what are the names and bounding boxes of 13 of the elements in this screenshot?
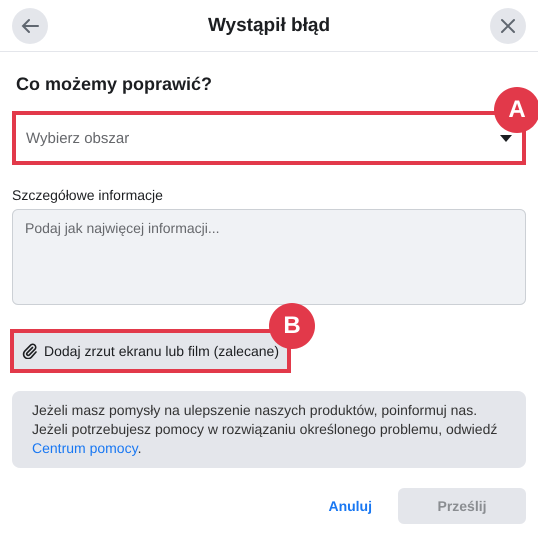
paperclip-icon	[22, 343, 38, 359]
cancel-button[interactable]: Anuluj	[328, 490, 372, 522]
section-heading: Co możemy poprawić?	[16, 74, 214, 95]
close-icon	[500, 18, 516, 34]
back-button[interactable]	[12, 8, 48, 44]
details-field[interactable]: Podaj jak najwięcej informacji...	[12, 209, 526, 305]
callout-badge: A	[494, 87, 538, 133]
close-button[interactable]	[490, 8, 526, 44]
field-label: Szczegółowe informacje	[12, 187, 164, 203]
dialog-title: Wystąpił błąd	[208, 14, 330, 36]
info-text: Jeżeli masz pomysły na ulepszenie naszych produktów, poinformuj nas. Jeżeli potrzebujesz pomocy w rozwiązaniu określonego problemu, odwiedź Centrum pomocy.	[12, 391, 526, 468]
back-arrow-icon	[21, 18, 39, 34]
help-center-link[interactable]: Centrum pomocy	[32, 440, 138, 456]
